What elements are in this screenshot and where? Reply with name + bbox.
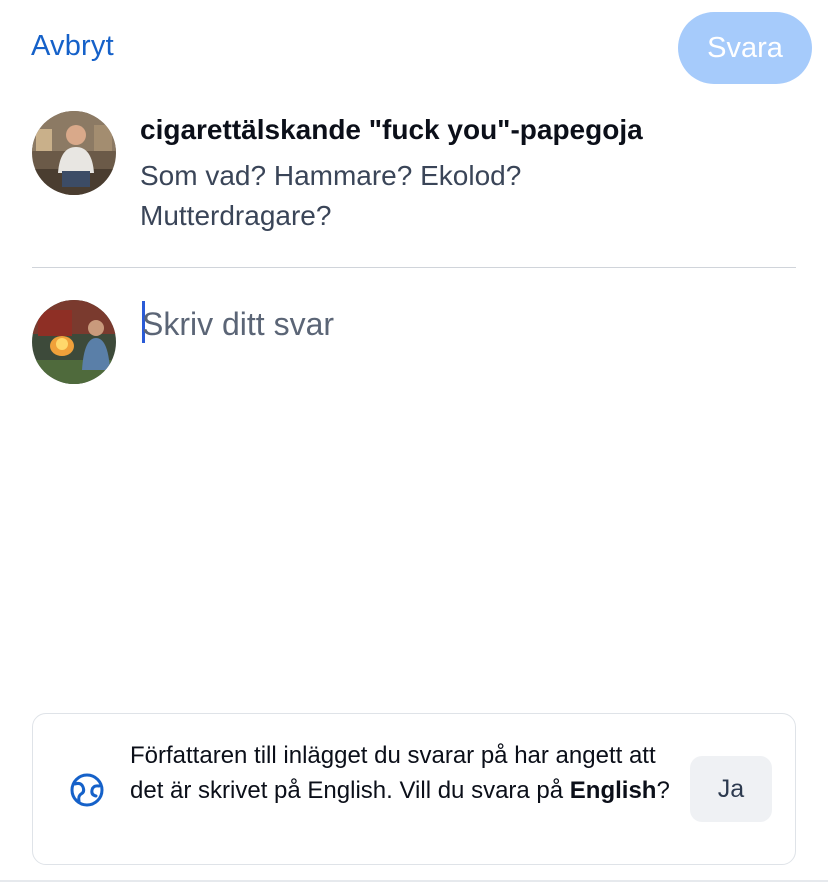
language-globe-icon [70, 773, 104, 807]
divider [32, 267, 796, 268]
parent-author-avatar[interactable] [32, 111, 116, 195]
language-notice-text: Författaren till inlägget du svarar på h… [130, 738, 670, 808]
composer-header: Avbryt Svara [0, 0, 828, 96]
language-notice: Författaren till inlägget du svarar på h… [32, 713, 796, 865]
current-user-avatar [32, 300, 116, 384]
language-notice-text-after: ? [656, 777, 670, 804]
parent-post-text: Som vad? Hammare? Ekolod? Mutterdragare? [140, 160, 522, 231]
reply-button[interactable]: Svara [678, 12, 812, 84]
cancel-button[interactable]: Avbryt [31, 30, 114, 63]
bottom-edge [0, 880, 828, 882]
reply-input[interactable] [142, 302, 782, 346]
parent-author-name[interactable]: cigarettälskande "fuck you"-papegoja [140, 114, 643, 146]
language-name: English [569, 777, 657, 804]
yes-button[interactable]: Ja [690, 756, 772, 822]
reply-composer-screen: Avbryt Svara cigarettälskande "fuck you"… [0, 0, 828, 895]
